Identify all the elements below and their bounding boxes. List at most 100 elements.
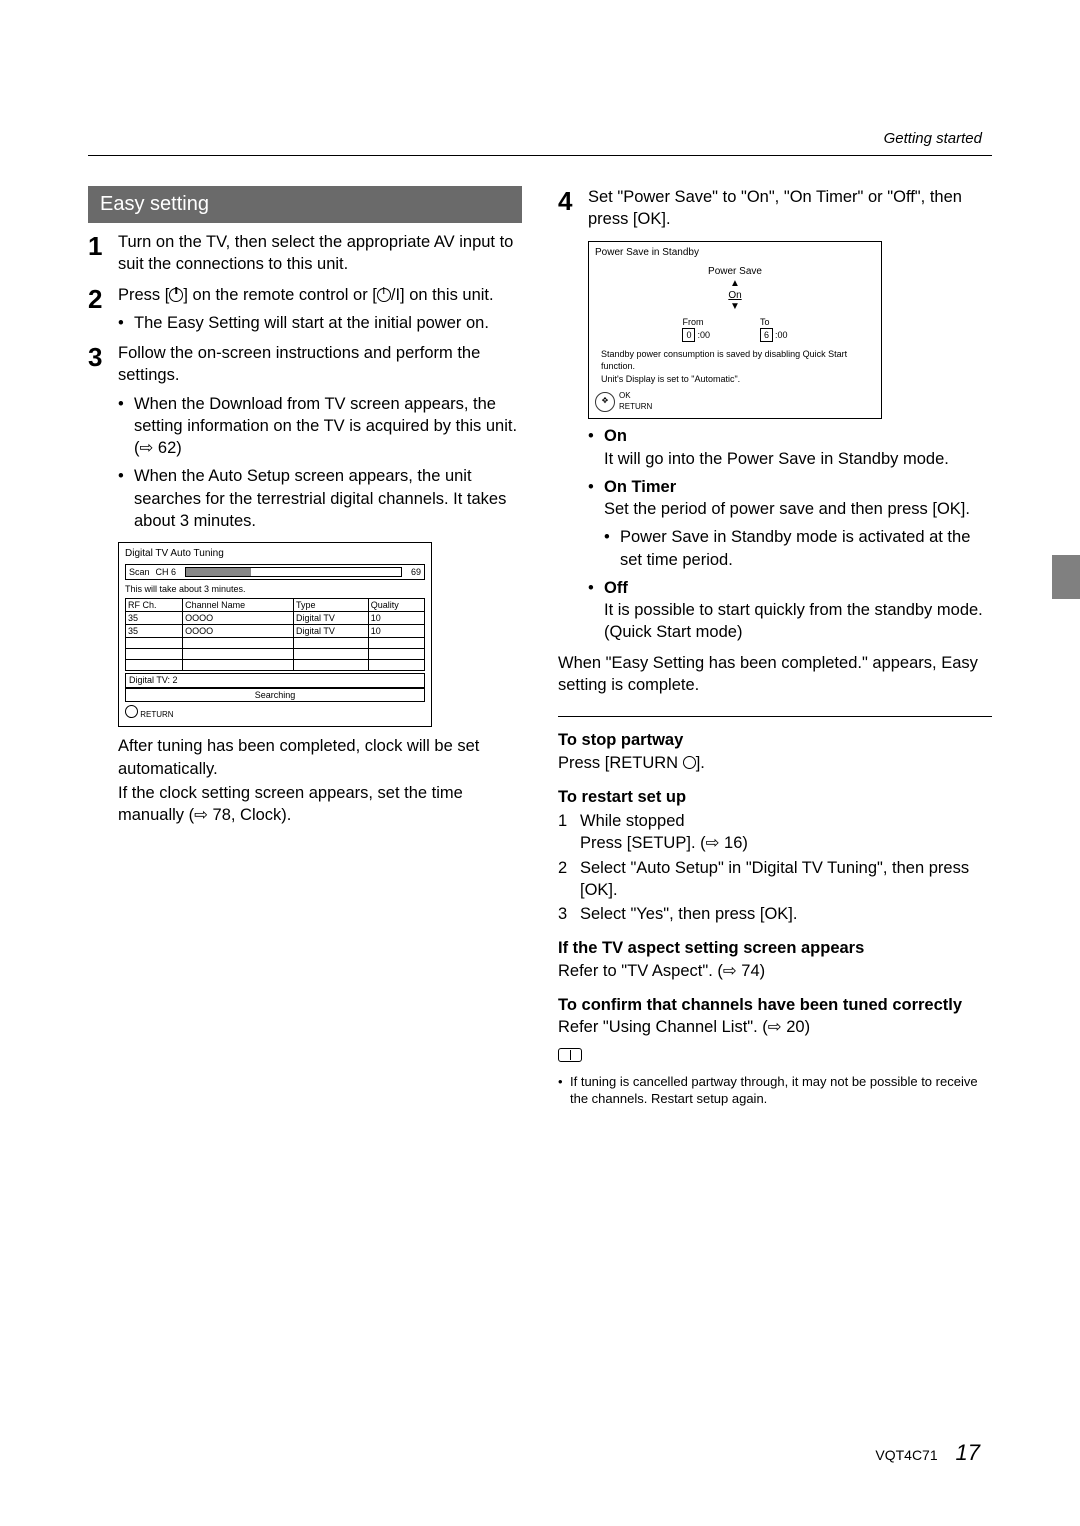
step-2-text-b: ] on the remote control or [ <box>183 286 377 304</box>
ch-total: 69 <box>411 566 421 578</box>
to-block: To 6:00 <box>760 316 788 342</box>
power-options: • On It will go into the Power Save in S… <box>588 425 992 643</box>
progress-fill <box>186 568 250 576</box>
step-2: 2 Press [ ] on the remote control or [ /I]… <box>88 284 522 335</box>
step-number: 2 <box>88 284 118 335</box>
bullet-dot: • <box>588 577 604 644</box>
page-number: 17 <box>956 1440 980 1465</box>
confirm-text: Refer "Using Channel List". (⇨ 20) <box>558 1016 992 1038</box>
on-timer-sub-text: Power Save in Standby mode is activated … <box>620 526 992 571</box>
step-number: 1 <box>88 231 118 276</box>
on-timer-heading: On Timer <box>604 478 676 496</box>
bullet-dot: • <box>588 476 604 571</box>
to-label: To <box>760 316 788 328</box>
table-row <box>126 660 425 671</box>
step-2-body: Press [ ] on the remote control or [ /I] o… <box>118 284 522 335</box>
table-row: 35 OOOO Digital TV 10 <box>126 625 425 638</box>
to-min: :00 <box>775 330 788 340</box>
bullet-dot: • <box>118 465 134 532</box>
table-header-row: RF Ch. Channel Name Type Quality <box>126 598 425 611</box>
table-row <box>126 649 425 660</box>
table-row <box>126 638 425 649</box>
left-column: Easy setting 1 Turn on the TV, then sele… <box>88 186 522 1108</box>
up-arrow-icon: ▲ <box>595 279 875 289</box>
restart-item: 1 While stopped Press [SETUP]. (⇨ 16) <box>558 810 992 855</box>
dpad-icon: ✥ <box>595 392 615 412</box>
searching-row: Searching <box>125 688 425 702</box>
after-tuning-2: If the clock setting screen appears, set… <box>118 782 522 827</box>
bullet-dot: • <box>118 393 134 460</box>
return-label: RETURN <box>619 402 652 413</box>
step-3-text: Follow the on-screen instructions and pe… <box>118 342 522 387</box>
return-icon <box>683 756 696 769</box>
step-4-text: Set "Power Save" to "On", "On Timer" or … <box>588 186 992 231</box>
step-2-text-a: Press [ <box>118 286 169 304</box>
from-label: From <box>682 316 710 328</box>
restart-item: 2 Select "Auto Setup" in "Digital TV Tun… <box>558 857 992 902</box>
from-min: :00 <box>697 330 710 340</box>
ch-label: CH 6 <box>156 566 177 578</box>
restart-body: While stopped Press [SETUP]. (⇨ 16) <box>580 810 748 855</box>
footnote-text: If tuning is cancelled partway through, … <box>570 1073 992 1108</box>
scan-label: Scan <box>129 566 150 578</box>
manual-page: Getting started Easy setting 1 Turn on t… <box>0 0 1080 1148</box>
down-arrow-icon: ▼ <box>595 302 875 312</box>
header-rule <box>88 155 992 156</box>
step-3-bullet-1: • When the Download from TV screen appea… <box>118 393 522 460</box>
footnote: • If tuning is cancelled partway through… <box>558 1073 992 1108</box>
aspect-heading: If the TV aspect setting screen appears <box>558 937 992 959</box>
opt-on-body: On It will go into the Power Save in Sta… <box>604 425 949 470</box>
on-heading: On <box>604 427 627 445</box>
ok-label: OK <box>619 391 652 402</box>
bullet-dot: • <box>604 526 620 571</box>
stop-text: Press [RETURN ]. <box>558 752 992 774</box>
restart-body: Select "Yes", then press [OK]. <box>580 903 797 925</box>
restart-body: Select "Auto Setup" in "Digital TV Tunin… <box>580 857 992 902</box>
opt-on: • On It will go into the Power Save in S… <box>588 425 992 470</box>
power-icon <box>169 288 183 302</box>
restart-num: 2 <box>558 857 580 902</box>
page-footer: VQT4C71 17 <box>875 1440 980 1466</box>
doc-code: VQT4C71 <box>875 1447 937 1463</box>
step-3-bullet-2-text: When the Auto Setup screen appears, the … <box>134 465 522 532</box>
from-to-row: From 0:00 To 6:00 <box>595 316 875 342</box>
step-4: 4 Set "Power Save" to "On", "On Timer" o… <box>558 186 992 231</box>
off-heading: Off <box>604 579 628 597</box>
aspect-text: Refer to "TV Aspect". (⇨ 74) <box>558 960 992 982</box>
step-2-text-c: /I] on this unit. <box>391 286 494 304</box>
step-1: 1 Turn on the TV, then select the approp… <box>88 231 522 276</box>
bullet-dot: • <box>118 312 134 334</box>
opt-off-body: Off It is possible to start quickly from… <box>604 577 992 644</box>
on-text: It will go into the Power Save in Standb… <box>604 450 949 468</box>
from-hour: 0 <box>682 328 695 342</box>
on-timer-text: Set the period of power save and then pr… <box>604 500 970 518</box>
step-3-bullet-1-text: When the Download from TV screen appears… <box>134 393 522 460</box>
opt-on-timer-body: On Timer Set the period of power save an… <box>604 476 992 571</box>
step-number: 4 <box>558 186 588 231</box>
restart-heading: To restart set up <box>558 786 992 808</box>
easy-setting-heading: Easy setting <box>88 186 522 223</box>
restart-num: 3 <box>558 903 580 925</box>
section-header: Getting started <box>88 130 992 147</box>
tuning-title: Digital TV Auto Tuning <box>125 547 425 561</box>
step-2-bullet: • The Easy Setting will start at the ini… <box>118 312 522 334</box>
power-note-2: Unit's Display is set to "Automatic". <box>595 373 875 385</box>
return-hint: RETURN <box>125 705 425 721</box>
step-number: 3 <box>88 342 118 532</box>
bullet-dot: • <box>558 1073 570 1108</box>
power-save-screenshot: Power Save in Standby Power Save ▲ On ▼ … <box>588 241 882 420</box>
table-row: 35 OOOO Digital TV 10 <box>126 612 425 625</box>
stop-heading: To stop partway <box>558 729 992 751</box>
right-column: 4 Set "Power Save" to "On", "On Timer" o… <box>558 186 992 1108</box>
from-block: From 0:00 <box>682 316 710 342</box>
restart-item: 3 Select "Yes", then press [OK]. <box>558 903 992 925</box>
restart-num: 1 <box>558 810 580 855</box>
ok-return-labels: OK RETURN <box>619 391 652 413</box>
bullet-dot: • <box>588 425 604 470</box>
note-icon <box>558 1048 582 1062</box>
step-2-bullet-text: The Easy Setting will start at the initi… <box>134 312 489 334</box>
digital-tv-count: Digital TV: 2 <box>125 673 425 687</box>
ok-return-hint: ✥ OK RETURN <box>595 391 875 413</box>
power-note-1: Standby power consumption is saved by di… <box>595 348 875 372</box>
step-1-text: Turn on the TV, then select the appropri… <box>118 231 522 276</box>
